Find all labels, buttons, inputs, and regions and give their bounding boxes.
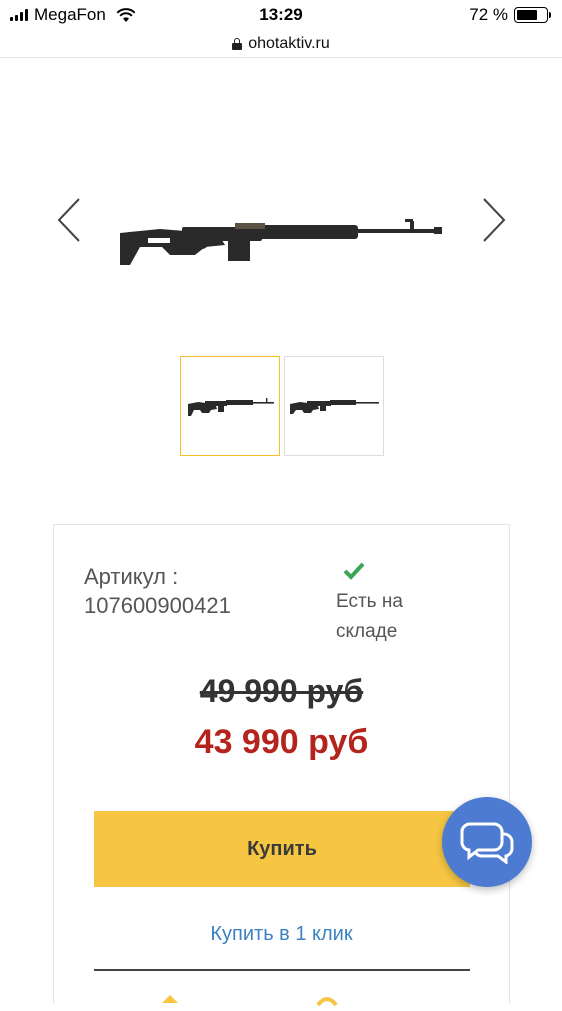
- partial-icon: [162, 995, 178, 1003]
- status-bar: MegaFon 13:29 72 %: [0, 0, 562, 30]
- chevron-left-icon[interactable]: [55, 195, 85, 245]
- partial-icon: [316, 997, 338, 1007]
- check-icon: [343, 562, 365, 580]
- chat-button[interactable]: [442, 797, 532, 887]
- battery-level: [517, 10, 538, 20]
- product-image: [120, 219, 442, 265]
- thumbnail-1[interactable]: [180, 356, 280, 456]
- sku-label: Артикул :: [84, 564, 179, 589]
- thumbnail-strip: [180, 356, 384, 456]
- battery-icon: [514, 7, 551, 23]
- product-info-card: Артикул : 107600900421 Есть на складе 49…: [53, 524, 510, 1007]
- chat-icon: [460, 822, 514, 864]
- buy-one-click-link[interactable]: Купить в 1 клик: [54, 923, 509, 946]
- buy-button[interactable]: Купить: [94, 811, 470, 887]
- stock-status: Есть на складе: [336, 591, 403, 642]
- thumbnail-image: [188, 398, 274, 416]
- status-right: 72 %: [469, 5, 551, 25]
- thumbnail-2[interactable]: [284, 356, 384, 456]
- divider: [94, 969, 470, 971]
- chevron-right-icon[interactable]: [478, 195, 508, 245]
- old-price: 49 990 руб: [199, 673, 364, 709]
- thumbnail-image: [290, 400, 379, 414]
- lock-icon: [232, 37, 243, 50]
- battery-percent: 72 %: [469, 5, 508, 24]
- current-price: 43 990 руб: [194, 723, 369, 761]
- url-text: ohotaktiv.ru: [248, 34, 330, 52]
- address-bar[interactable]: ohotaktiv.ru: [0, 30, 562, 58]
- sku-value: 107600900421: [84, 593, 231, 618]
